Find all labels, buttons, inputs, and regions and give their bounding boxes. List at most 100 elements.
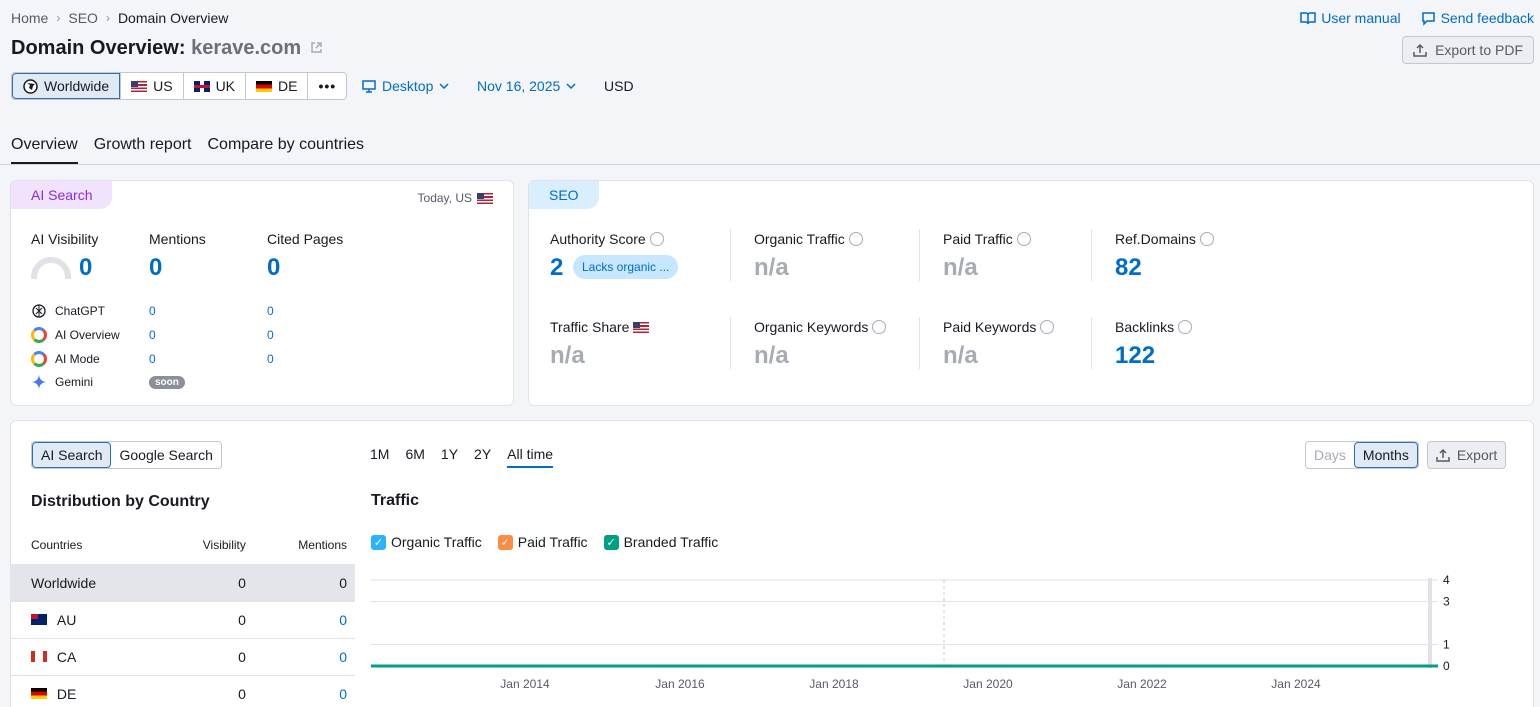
date-select[interactable]: Nov 16, 2025 bbox=[477, 78, 576, 94]
db-us-label: US bbox=[153, 78, 173, 94]
db-uk[interactable]: UK bbox=[182, 73, 245, 99]
x-tick-label: Jan 2020 bbox=[963, 677, 1013, 691]
backlinks-text: Backlinks bbox=[1115, 319, 1175, 335]
source-cited[interactable]: 0 bbox=[267, 304, 274, 318]
soon-badge: soon bbox=[149, 375, 185, 389]
legend-label: Paid Traffic bbox=[517, 534, 588, 550]
distribution-table: Countries Visibility Mentions Worldwide … bbox=[11, 527, 355, 707]
cited-pages-label: Cited Pages bbox=[267, 231, 344, 247]
period-1y[interactable]: 1Y bbox=[441, 446, 458, 468]
db-de-label: DE bbox=[278, 78, 298, 94]
db-de[interactable]: DE bbox=[245, 73, 307, 99]
more-databases-button[interactable]: ••• bbox=[307, 73, 346, 99]
country-name: Worldwide bbox=[11, 564, 163, 602]
tabs-divider bbox=[0, 164, 1540, 165]
gemini-icon bbox=[31, 374, 47, 390]
export-button[interactable]: Export bbox=[1426, 441, 1507, 469]
country-mentions[interactable]: 0 bbox=[253, 675, 355, 707]
list-item: AI Overview 0 0 bbox=[31, 323, 331, 347]
legend-branded[interactable]: ✓ Branded Traffic bbox=[603, 534, 718, 550]
chat-icon bbox=[1421, 11, 1435, 26]
period-1m[interactable]: 1M bbox=[370, 446, 389, 468]
country-mentions[interactable]: 0 bbox=[253, 638, 355, 676]
authority-badge[interactable]: Lacks organic ... bbox=[573, 255, 679, 279]
tab-overview[interactable]: Overview bbox=[11, 136, 78, 164]
breadcrumb-home[interactable]: Home bbox=[11, 10, 48, 26]
period-all-time[interactable]: All time bbox=[507, 446, 554, 468]
domain-name[interactable]: kerave.com bbox=[191, 37, 301, 59]
us-flag-icon bbox=[477, 192, 493, 204]
col-visibility: Visibility bbox=[162, 527, 254, 565]
page-title-prefix: Domain Overview: bbox=[11, 37, 186, 59]
breadcrumb-seo[interactable]: SEO bbox=[68, 10, 98, 26]
book-icon bbox=[1300, 12, 1316, 25]
chart-controls: Days Months Export bbox=[1305, 441, 1507, 469]
chart-legend: ✓ Organic Traffic ✓ Paid Traffic ✓ Brand… bbox=[371, 534, 718, 550]
authority-score-value[interactable]: 2 bbox=[550, 254, 563, 282]
ai-search-tag: AI Search bbox=[11, 181, 113, 209]
chevron-down-icon bbox=[566, 83, 576, 89]
country-visibility: 0 bbox=[162, 564, 254, 602]
db-worldwide[interactable]: Worldwide bbox=[12, 73, 121, 99]
ref-domains-label: Ref.Domains bbox=[1115, 231, 1214, 247]
period-2y[interactable]: 2Y bbox=[474, 446, 491, 468]
table-row[interactable]: AU 0 0 bbox=[11, 601, 355, 639]
mentions-value[interactable]: 0 bbox=[149, 254, 162, 282]
country-mentions[interactable]: 0 bbox=[253, 601, 355, 639]
paid-traffic-label: Paid Traffic bbox=[943, 231, 1031, 247]
au-flag-icon bbox=[31, 613, 47, 625]
visibility-gauge bbox=[31, 257, 71, 279]
x-tick-label: Jan 2022 bbox=[1117, 677, 1167, 691]
x-tick-label: Jan 2018 bbox=[809, 677, 859, 691]
ref-domains-value[interactable]: 82 bbox=[1115, 254, 1142, 282]
toggle-months[interactable]: Months bbox=[1353, 442, 1418, 468]
source-mentions[interactable]: 0 bbox=[149, 304, 267, 318]
y-tick-label: 0 bbox=[1443, 659, 1450, 673]
source-cited[interactable]: 0 bbox=[267, 328, 274, 342]
toggle-days[interactable]: Days bbox=[1306, 442, 1354, 468]
seo-card: SEO Authority Score 2 Lacks organic ... … bbox=[528, 180, 1534, 406]
toggle-ai-search[interactable]: AI Search bbox=[32, 442, 112, 468]
export-pdf-button[interactable]: Export to PDF bbox=[1402, 36, 1534, 64]
paid-traffic-value: n/a bbox=[943, 254, 978, 281]
seo-tag: SEO bbox=[529, 181, 599, 209]
toggle-google-search[interactable]: Google Search bbox=[111, 442, 220, 468]
ai-scope: Today, US bbox=[418, 191, 493, 205]
country-name: DE bbox=[56, 685, 77, 702]
divider bbox=[919, 317, 920, 369]
ai-visibility-value[interactable]: 0 bbox=[79, 254, 92, 282]
db-us[interactable]: US bbox=[120, 73, 182, 99]
source-mentions[interactable]: 0 bbox=[149, 328, 267, 342]
globe-icon bbox=[23, 78, 38, 94]
backlinks-value[interactable]: 122 bbox=[1115, 342, 1155, 370]
user-manual-link[interactable]: User manual bbox=[1300, 10, 1401, 26]
legend-paid[interactable]: ✓ Paid Traffic bbox=[497, 534, 588, 550]
legend-organic[interactable]: ✓ Organic Traffic bbox=[371, 534, 482, 550]
info-globe-icon bbox=[1040, 320, 1055, 334]
table-row[interactable]: Worldwide 0 0 bbox=[11, 564, 355, 602]
db-uk-label: UK bbox=[215, 78, 236, 94]
divider bbox=[1091, 317, 1092, 369]
source-mentions[interactable]: 0 bbox=[149, 352, 267, 366]
chart-y-ticks: 4 3 1 0 bbox=[1443, 573, 1450, 673]
col-mentions: Mentions bbox=[253, 527, 355, 565]
source-name: AI Overview bbox=[55, 328, 120, 342]
breadcrumb: Home › SEO › Domain Overview bbox=[11, 10, 228, 26]
table-row[interactable]: CA 0 0 bbox=[11, 638, 355, 676]
organic-keywords-value: n/a bbox=[754, 342, 789, 369]
checkbox-checked-icon: ✓ bbox=[497, 534, 513, 550]
tab-compare-by-countries[interactable]: Compare by countries bbox=[208, 136, 365, 164]
cited-pages-value[interactable]: 0 bbox=[267, 254, 280, 282]
traffic-share-label: Traffic Share bbox=[550, 319, 650, 335]
source-cited[interactable]: 0 bbox=[267, 352, 274, 366]
traffic-share-text: Traffic Share bbox=[550, 319, 630, 335]
de-flag-icon bbox=[256, 80, 273, 92]
list-item: Gemini soon bbox=[31, 371, 331, 393]
tab-growth-report[interactable]: Growth report bbox=[94, 136, 192, 164]
country-name: CA bbox=[56, 648, 77, 665]
device-select[interactable]: Desktop bbox=[362, 78, 449, 94]
external-link-icon[interactable] bbox=[310, 41, 323, 54]
table-row[interactable]: DE 0 0 bbox=[11, 675, 355, 707]
send-feedback-link[interactable]: Send feedback bbox=[1421, 10, 1534, 26]
period-6m[interactable]: 6M bbox=[405, 446, 424, 468]
